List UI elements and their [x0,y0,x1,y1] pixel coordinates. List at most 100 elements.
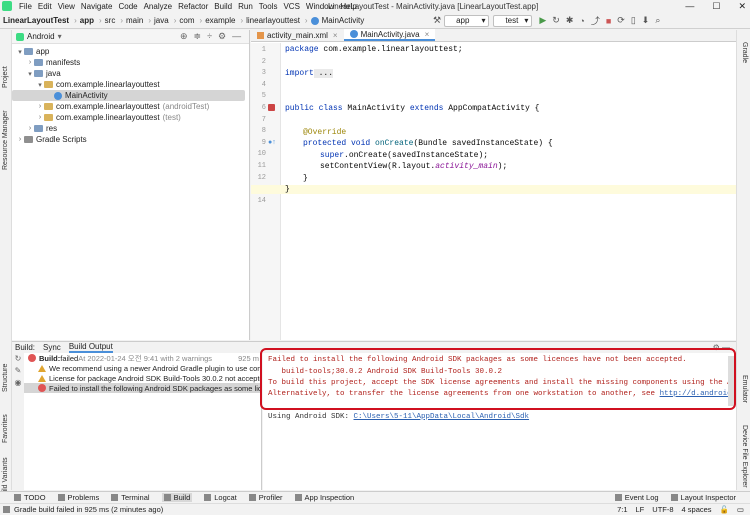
menu-analyze[interactable]: Analyze [144,2,172,11]
gradle-tool-tab[interactable]: Gradle [741,42,748,63]
chevron-down-icon[interactable]: ▾ [16,48,24,56]
memory-icon[interactable]: ▭ [737,505,744,514]
indent-setting[interactable]: 4 spaces [682,505,712,514]
apply-changes-icon[interactable]: ↻ [552,15,560,26]
debug-icon[interactable]: ✱ [566,15,574,26]
line-separator[interactable]: LF [636,505,645,514]
problems-tool-button[interactable]: Problems [57,493,99,502]
override-gutter-icon[interactable]: ●↑ [268,139,276,146]
status-icon [3,506,10,513]
chevron-right-icon[interactable]: › [26,125,34,132]
project-view-select[interactable]: Android [27,32,55,41]
sdk-path-link[interactable]: C:\Users\5-11\AppData\Local\Android\Sdk [354,413,530,421]
build-tree-item[interactable]: We recommend using a newer Android Gradl… [24,363,261,373]
run-icon[interactable]: ▶ [539,15,546,26]
breadcrumb-com[interactable]: com [179,16,194,25]
favorites-tool-tab[interactable]: Favorites [2,414,9,443]
minimize-icon[interactable]: — [685,1,694,12]
tab-activity-main-xml[interactable]: activity_main.xml × [251,29,344,41]
breadcrumb-example[interactable]: example [205,16,235,25]
breadcrumb-main[interactable]: main [126,16,143,25]
project-tree-item[interactable]: › Gradle Scripts [12,134,249,145]
project-tree-item[interactable]: › manifests [12,57,249,68]
resource-manager-tool-tab[interactable]: Resource Manager [2,110,9,170]
hammer-icon[interactable]: ⚒ [433,15,441,26]
breadcrumb-package[interactable]: linearlayouttest [246,16,300,25]
build-tree-item[interactable]: License for package Android SDK Build-To… [24,373,261,383]
sdk-manager-icon[interactable]: ⬇ [642,15,650,26]
project-tree-item[interactable]: MainActivity [12,90,245,101]
line-number: 10 [257,150,266,159]
profile-icon[interactable]: ◔ [579,16,584,26]
project-panel-actions[interactable]: ⊕≑÷⚙— [180,31,247,42]
device-select[interactable]: test ▾ [493,14,533,27]
code-area[interactable]: package com.example.linearlayouttest; im… [251,43,736,340]
project-tree-item[interactable]: ▾ app [12,46,249,57]
chevron-down-icon[interactable]: ▾ [36,81,44,89]
rerun-icon[interactable]: ↻ [12,353,24,365]
chevron-right-icon[interactable]: › [16,136,24,143]
menu-run[interactable]: Run [238,2,253,11]
menu-tools[interactable]: Tools [259,2,278,11]
project-tool-tab[interactable]: Project [2,66,9,88]
tab-main-activity-java[interactable]: MainActivity.java × [343,29,436,41]
chevron-right-icon[interactable]: › [36,114,44,121]
attach-icon[interactable]: ⤴ [591,14,600,27]
run-config-select[interactable]: app ▾ [444,14,490,27]
project-tree-item[interactable]: ▾ com.example.linearlayouttest [12,79,249,90]
menu-edit[interactable]: Edit [38,2,52,11]
menu-navigate[interactable]: Navigate [81,2,113,11]
build-tree-item[interactable]: Build: failed At 2022-01-24 오전 9:41 with… [24,353,261,363]
emulator-tool-tab[interactable]: Emulator [741,375,748,403]
status-bar: Gradle build failed in 925 ms (2 minutes… [0,503,750,515]
chevron-down-icon[interactable]: ▾ [26,70,34,78]
eye-icon[interactable]: ◉ [12,377,24,389]
layout-inspector-tool-button[interactable]: Layout Inspector [670,493,736,502]
close-tab-icon[interactable]: × [333,31,338,40]
structure-tool-tab[interactable]: Structure [2,364,9,392]
chevron-down-icon[interactable]: ▾ [58,32,62,41]
close-icon[interactable]: ✕ [738,1,746,12]
sync-icon[interactable]: ⟳ [617,15,625,26]
avd-manager-icon[interactable]: ▯ [631,15,636,26]
project-tree-item[interactable]: › res [12,123,249,134]
app-inspection-tool-button[interactable]: App Inspection [294,493,354,502]
chevron-right-icon[interactable]: › [36,103,44,110]
tab-build-output[interactable]: Build Output [68,342,113,353]
project-tree-item[interactable]: ▾ java [12,68,249,79]
status-message[interactable]: Gradle build failed in 925 ms (2 minutes… [14,505,163,514]
stop-icon[interactable]: ■ [606,16,611,26]
project-tree-item[interactable]: › com.example.linearlayouttest (test) [12,112,249,123]
tab-sync[interactable]: Sync [43,343,61,352]
caret-position[interactable]: 7:1 [617,505,627,514]
class-run-gutter-icon[interactable] [268,104,275,111]
breadcrumb-src[interactable]: src [105,16,116,25]
maximize-icon[interactable]: ☐ [712,1,720,12]
code-text[interactable]: ... [313,69,334,78]
device-file-explorer-tool-tab[interactable]: Device File Explorer [741,425,748,488]
lock-icon[interactable]: 🔓 [720,505,729,514]
terminal-tool-button[interactable]: Terminal [111,493,150,502]
menu-refactor[interactable]: Refactor [178,2,208,11]
menu-view[interactable]: View [58,2,75,11]
chevron-right-icon[interactable]: › [26,59,34,66]
menu-vcs[interactable]: VCS [283,2,299,11]
menu-code[interactable]: Code [118,2,137,11]
breadcrumb-class[interactable]: MainActivity [322,16,365,25]
menu-build[interactable]: Build [214,2,232,11]
build-tree-item[interactable]: Failed to install the following Android … [24,383,261,393]
event-log-tool-button[interactable]: Event Log [614,493,659,502]
build-tool-button[interactable]: Build [161,493,193,502]
search-icon[interactable]: ⌕ [655,15,660,26]
todo-tool-button[interactable]: TODO [14,493,46,502]
breadcrumb-app[interactable]: app [80,16,94,25]
breadcrumb-java[interactable]: java [154,16,169,25]
menu-file[interactable]: File [19,2,32,11]
breadcrumb-project[interactable]: LinearLayoutTest [3,16,69,25]
close-tab-icon[interactable]: × [425,30,430,39]
pin-icon[interactable]: ✎ [12,365,24,377]
logcat-tool-button[interactable]: Logcat [204,493,237,502]
profiler-tool-button[interactable]: Profiler [248,493,283,502]
project-tree-item[interactable]: › com.example.linearlayouttest (androidTes… [12,101,249,112]
file-encoding[interactable]: UTF-8 [652,505,673,514]
